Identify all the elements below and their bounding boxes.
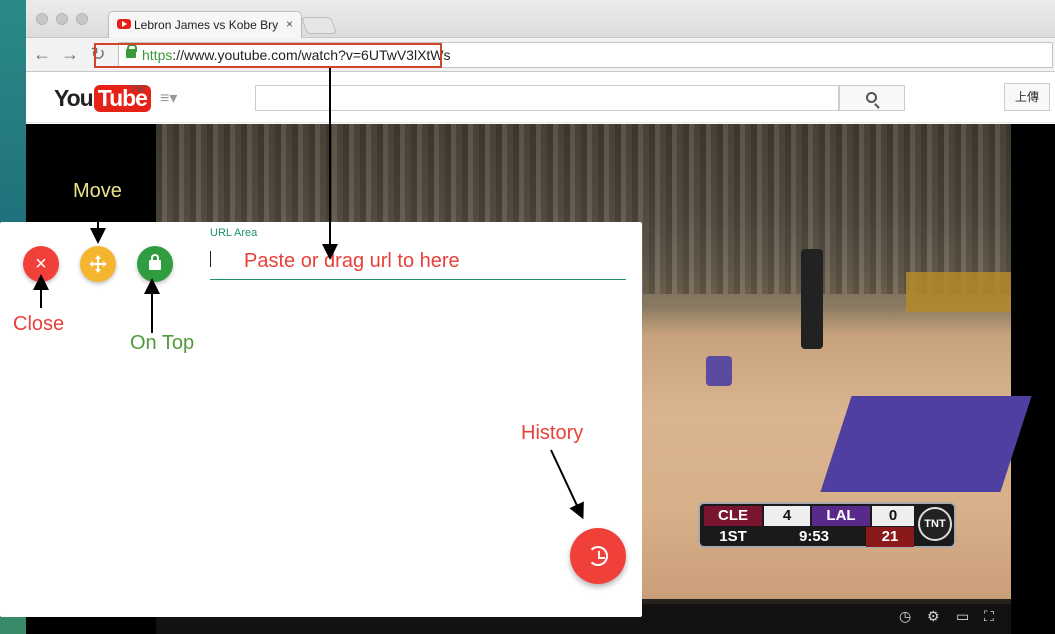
scoreboard: CLE 4 LAL 0 1ST 9:53 21 TNT — [698, 502, 956, 548]
tab-close-icon[interactable]: × — [286, 17, 293, 31]
lock-icon — [149, 254, 161, 270]
theater-mode-icon[interactable]: ▭ — [956, 608, 969, 625]
team2-score: 0 — [872, 506, 914, 526]
back-icon[interactable]: ← — [32, 44, 52, 65]
forward-icon[interactable]: → — [60, 44, 80, 65]
shot-clock: 21 — [866, 527, 914, 547]
player-figure — [706, 356, 732, 386]
video-stands — [906, 272, 1011, 312]
window-close-dot[interactable] — [36, 13, 48, 25]
region-label: TW — [130, 84, 146, 95]
court-paint — [820, 396, 1032, 492]
team1-name: CLE — [704, 506, 762, 526]
app-panel: × URL Area — [0, 222, 642, 617]
upload-button[interactable]: 上傳 — [1004, 83, 1050, 111]
referee-figure — [801, 249, 823, 349]
text-caret — [210, 251, 211, 267]
url-highlight-box — [94, 43, 442, 68]
youtube-header: You Tube TW ≡▾ 上傳 — [26, 73, 1055, 123]
annotation-history: History — [521, 422, 584, 444]
fullscreen-icon[interactable]: ⛶ — [984, 608, 994, 625]
history-icon — [588, 546, 608, 566]
move-icon — [89, 255, 107, 273]
window-zoom-dot[interactable] — [76, 13, 88, 25]
close-button[interactable]: × — [23, 246, 59, 282]
annotation-move: Move — [73, 180, 122, 202]
annotation-on-top: On Top — [130, 332, 195, 354]
tab-title: Lebron James vs Kobe Bry — [134, 18, 279, 32]
settings-gear-icon[interactable]: ⚙ — [927, 608, 940, 625]
game-clock: 9:53 — [798, 528, 830, 545]
annotation-paste: Paste or drag url to here — [244, 250, 460, 272]
tab-bar: Lebron James vs Kobe Bry × — [26, 0, 1055, 39]
move-button[interactable] — [80, 246, 116, 282]
youtube-favicon-icon — [117, 19, 131, 29]
on-top-button[interactable] — [137, 246, 173, 282]
annotation-close: Close — [13, 313, 65, 335]
logo-you: You — [54, 84, 94, 111]
window-minimize-dot[interactable] — [56, 13, 68, 25]
url-area-label: URL Area — [210, 227, 258, 239]
history-button[interactable] — [570, 528, 626, 584]
guide-menu-icon[interactable]: ≡▾ — [160, 88, 177, 108]
team1-score: 4 — [764, 506, 810, 526]
youtube-search-input[interactable] — [255, 85, 839, 111]
tnt-logo: TNT — [918, 507, 952, 541]
new-tab-button[interactable] — [300, 17, 338, 34]
team2-name: LAL — [812, 506, 870, 526]
close-icon: × — [35, 253, 47, 275]
youtube-search-button[interactable] — [839, 85, 905, 111]
search-icon — [866, 92, 877, 103]
game-period: 1ST — [719, 528, 747, 545]
tab-youtube[interactable]: Lebron James vs Kobe Bry × — [108, 11, 302, 39]
watch-later-icon[interactable]: ◷ — [899, 608, 911, 625]
